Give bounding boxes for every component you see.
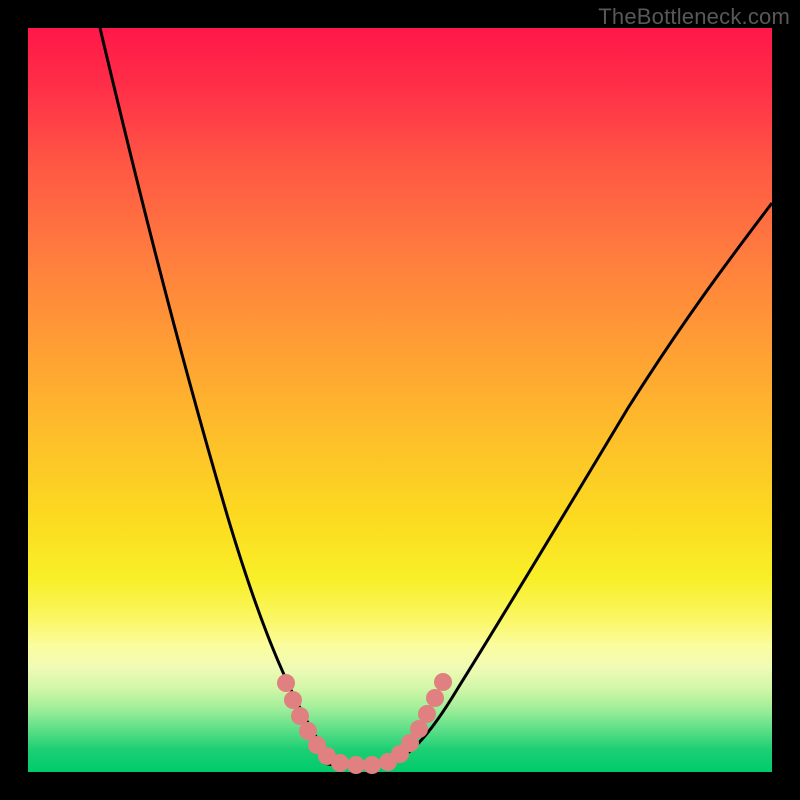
chart-plot-area: [28, 28, 772, 772]
chart-frame: TheBottleneck.com: [0, 0, 800, 800]
curve-left: [100, 28, 348, 764]
marker-group: [277, 673, 452, 774]
marker-dot: [331, 754, 349, 772]
watermark-text: TheBottleneck.com: [598, 4, 790, 30]
curve-layer: [28, 28, 772, 772]
marker-dot: [284, 691, 302, 709]
marker-dot: [434, 673, 452, 691]
marker-dot: [363, 756, 381, 774]
marker-dot: [277, 674, 295, 692]
marker-dot: [418, 705, 436, 723]
marker-dot: [347, 756, 365, 774]
marker-dot: [426, 689, 444, 707]
